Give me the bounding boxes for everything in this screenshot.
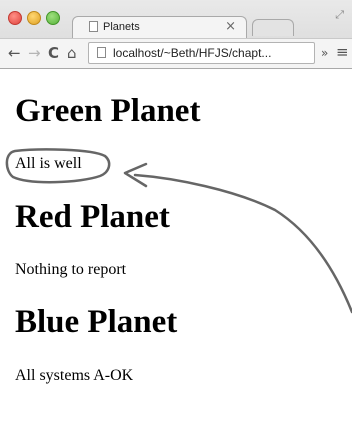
blue-planet-heading: Blue Planet (15, 304, 178, 340)
home-button[interactable]: ⌂ (67, 44, 77, 62)
tab-title: Planets (103, 21, 140, 33)
forward-button[interactable]: → (28, 44, 41, 62)
bookmarks-overflow-button[interactable]: » (321, 46, 328, 60)
page-content: Green Planet All is well Red Planet Noth… (0, 69, 352, 429)
back-button[interactable]: ← (8, 44, 21, 62)
url-text[interactable]: localhost/~Beth/HFJS/chapt... (113, 46, 271, 60)
browser-chrome: Planets × ⤢ ← → C ⌂ localhost/~Beth/HFJS… (0, 0, 352, 69)
reload-button[interactable]: C (48, 44, 59, 62)
page-icon (97, 47, 106, 58)
address-bar[interactable]: localhost/~Beth/HFJS/chapt... (88, 42, 315, 64)
toolbar: ← → C ⌂ localhost/~Beth/HFJS/chapt... » … (0, 38, 352, 68)
green-planet-heading: Green Planet (15, 93, 201, 129)
menu-icon[interactable]: ≡ (336, 43, 349, 61)
zoom-window-button[interactable] (46, 11, 60, 25)
green-planet-status: All is well (15, 155, 82, 172)
close-window-button[interactable] (8, 11, 22, 25)
new-tab-button[interactable] (252, 19, 294, 36)
fullscreen-icon[interactable]: ⤢ (335, 8, 344, 22)
tab-planets[interactable]: Planets × (72, 16, 247, 38)
red-planet-status: Nothing to report (15, 261, 127, 278)
close-icon[interactable]: × (225, 19, 236, 34)
minimize-window-button[interactable] (27, 11, 41, 25)
blue-planet-status: All systems A-OK (15, 367, 134, 384)
red-planet-heading: Red Planet (15, 199, 170, 235)
page-icon (89, 21, 98, 32)
